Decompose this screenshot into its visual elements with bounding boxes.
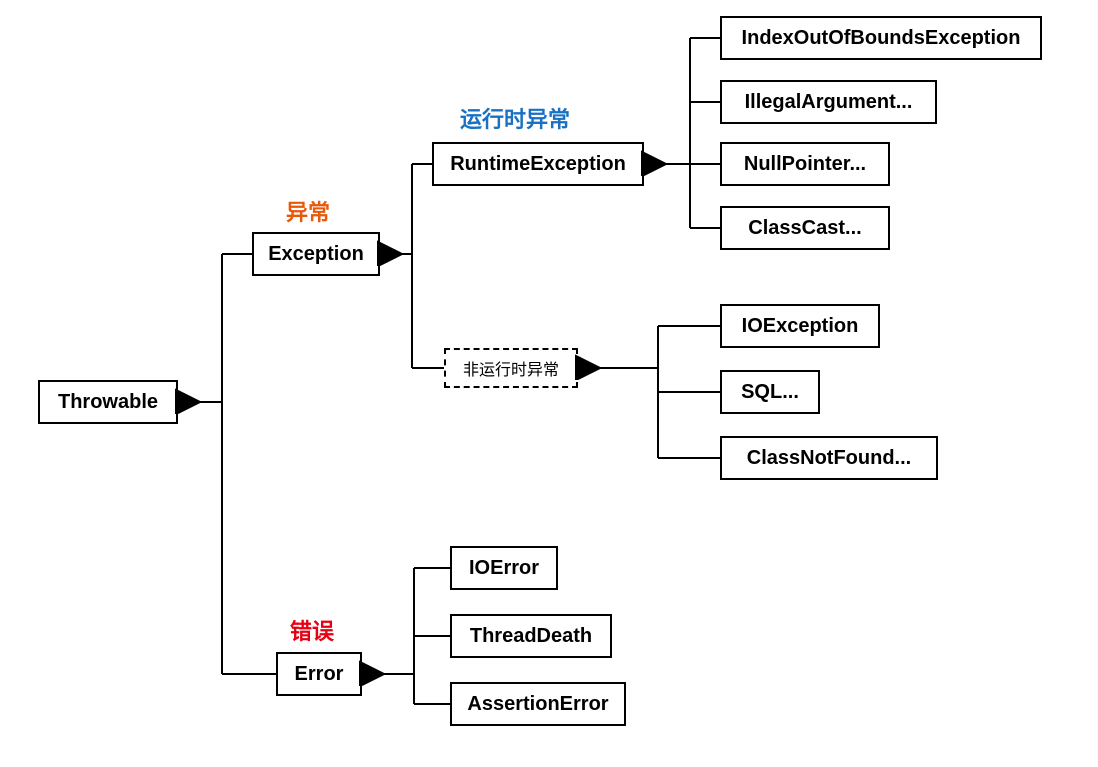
node-runtime-child-0: IndexOutOfBoundsException — [720, 16, 1042, 60]
node-runtime-exception: RuntimeException — [432, 142, 644, 186]
node-error-child-1: ThreadDeath — [450, 614, 612, 658]
node-nonruntime-child-1: SQL... — [720, 370, 820, 414]
node-nonruntime-child-2: ClassNotFound... — [720, 436, 938, 480]
node-nonruntime-child-0: IOException — [720, 304, 880, 348]
node-runtime-child-3: ClassCast... — [720, 206, 890, 250]
node-runtime-child-2: NullPointer... — [720, 142, 890, 186]
annotation-error: 错误 — [290, 614, 334, 646]
node-error-child-0: IOError — [450, 546, 558, 590]
node-error-child-2: AssertionError — [450, 682, 626, 726]
node-non-runtime: 非运行时异常 — [444, 348, 578, 388]
annotation-runtime: 运行时异常 — [460, 102, 570, 134]
annotation-exception: 异常 — [286, 195, 330, 227]
node-throwable: Throwable — [38, 380, 178, 424]
node-runtime-child-1: IllegalArgument... — [720, 80, 937, 124]
node-exception: Exception — [252, 232, 380, 276]
node-error: Error — [276, 652, 362, 696]
